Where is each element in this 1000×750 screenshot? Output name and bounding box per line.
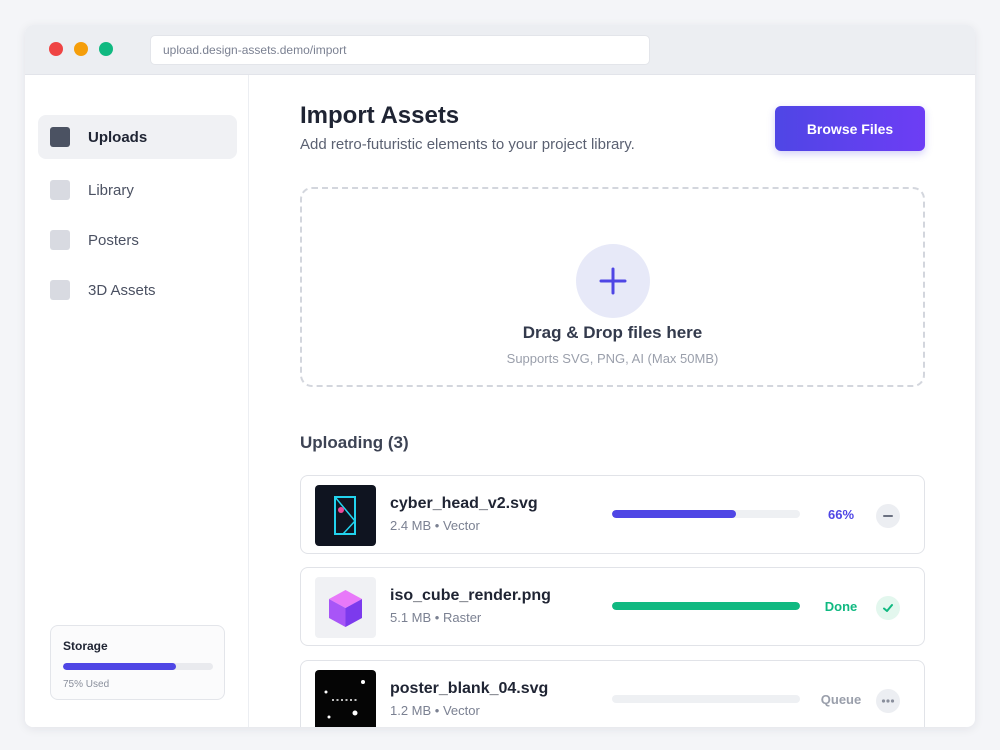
upload-status: Queue [820, 692, 862, 707]
browser-window: upload.design-assets.demo/import Uploads… [25, 25, 975, 727]
upload-status: 66% [827, 507, 855, 522]
more-icon [881, 699, 895, 703]
file-name: poster_blank_04.svg [390, 680, 549, 697]
storage-usage-text: 75% Used [63, 679, 110, 690]
more-options-button[interactable] [876, 689, 900, 713]
storage-meter [63, 663, 213, 670]
drop-zone[interactable]: Drag & Drop files here Supports SVG, PNG… [300, 187, 925, 387]
sidebar-item-posters[interactable]: Posters [38, 218, 237, 262]
upload-progress-bar [612, 695, 800, 703]
upload-progress-fill [612, 602, 800, 610]
upload-complete-button[interactable] [876, 596, 900, 620]
page-subtitle: Add retro-futuristic elements to your pr… [300, 136, 635, 153]
storage-meter-fill [63, 663, 176, 670]
plus-icon [599, 267, 627, 295]
sidebar-item-3d-assets[interactable]: 3D Assets [38, 268, 237, 312]
upload-row: cyber_head_v2.svg 2.4 MB • Vector 66% [300, 475, 925, 554]
page-title: Import Assets [300, 102, 460, 129]
posters-icon [50, 230, 70, 250]
uploads-icon [50, 127, 70, 147]
minimize-window-button[interactable] [74, 42, 88, 56]
upload-progress-bar [612, 602, 800, 610]
main-content: Import Assets Add retro-futuristic eleme… [250, 75, 975, 727]
sidebar-item-label: Library [88, 181, 134, 199]
minimize-upload-button[interactable] [876, 504, 900, 528]
upload-progress-bar [612, 510, 800, 518]
file-meta: 1.2 MB • Vector [390, 703, 480, 718]
cyber-head-thumbnail [315, 485, 376, 546]
maximize-window-button[interactable] [99, 42, 113, 56]
drop-zone-hint: Supports SVG, PNG, AI (Max 50MB) [506, 351, 719, 366]
file-name: iso_cube_render.png [390, 587, 551, 604]
browse-files-button[interactable]: Browse Files [775, 106, 925, 151]
file-meta: 5.1 MB • Raster [390, 610, 482, 625]
storage-title: Storage [63, 639, 108, 653]
3d-assets-icon [50, 280, 70, 300]
upload-progress-fill [612, 510, 737, 518]
sidebar-item-uploads[interactable]: Uploads [38, 115, 237, 159]
address-bar[interactable]: upload.design-assets.demo/import [150, 35, 650, 65]
sidebar-item-label: Uploads [88, 128, 148, 146]
sidebar-item-label: 3D Assets [88, 281, 156, 299]
storage-card: Storage 75% Used [50, 625, 225, 700]
upload-row: iso_cube_render.png 5.1 MB • Raster Done [300, 567, 925, 646]
sidebar: Uploads Library Posters 3D Assets Storag… [25, 75, 249, 727]
title-bar: upload.design-assets.demo/import [25, 25, 975, 75]
upload-status: Done [824, 599, 858, 614]
add-file-button[interactable] [576, 244, 650, 318]
close-window-button[interactable] [49, 42, 63, 56]
library-icon [50, 180, 70, 200]
sidebar-item-library[interactable]: Library [38, 168, 237, 212]
iso-cube-thumbnail [315, 577, 376, 638]
sidebar-item-label: Posters [88, 231, 139, 249]
upload-row: poster_blank_04.svg 1.2 MB • Vector Queu… [300, 660, 925, 727]
poster-blank-thumbnail [315, 670, 376, 727]
check-icon [883, 604, 893, 612]
minus-icon [883, 515, 893, 517]
uploading-section-title: Uploading (3) [300, 433, 409, 452]
file-meta: 2.4 MB • Vector [390, 518, 480, 533]
file-name: cyber_head_v2.svg [390, 495, 538, 512]
drop-zone-title: Drag & Drop files here [522, 323, 703, 342]
